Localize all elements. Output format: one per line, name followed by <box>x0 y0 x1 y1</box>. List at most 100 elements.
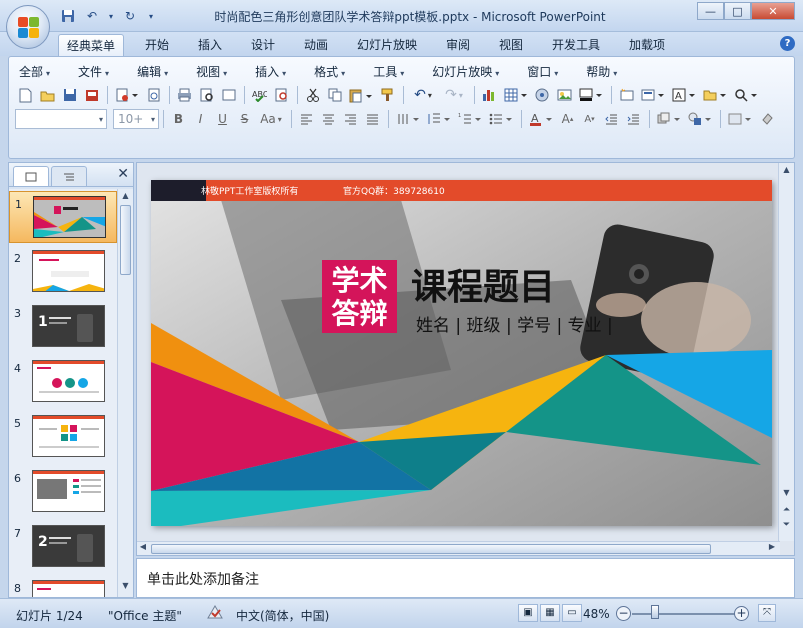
align-right-icon[interactable] <box>340 109 361 129</box>
slideshow-view-icon[interactable]: ▭ <box>562 604 582 622</box>
align-center-icon[interactable] <box>318 109 339 129</box>
menu-window[interactable]: 窗口 ▾ <box>527 63 558 79</box>
folder-dropdown-icon[interactable] <box>700 85 730 105</box>
clip-art-icon[interactable] <box>532 85 553 105</box>
textbox-dropdown-icon[interactable]: A <box>669 85 699 105</box>
tab-slideshow[interactable]: 幻灯片放映 <box>349 34 425 56</box>
font-size-combo[interactable]: 10+ ▾ <box>113 109 159 129</box>
bold-icon[interactable]: B <box>168 109 189 129</box>
line-spacing-icon[interactable] <box>424 109 454 129</box>
slide-thumb-7[interactable]: 7 2 <box>9 521 117 573</box>
decrease-indent-icon[interactable] <box>601 109 622 129</box>
tab-home[interactable]: 开始 <box>137 34 177 56</box>
shape-fill-icon[interactable] <box>756 109 777 129</box>
thumbnails-scrollbar[interactable]: ▲ ▼ <box>117 189 133 597</box>
tab-classic-menu[interactable]: 经典菜单 <box>58 34 125 56</box>
save-icon[interactable] <box>58 7 78 25</box>
arrange-icon[interactable] <box>654 109 684 129</box>
language-label[interactable]: 中文(简体，中国) <box>236 607 329 624</box>
undo-dropdown-icon[interactable]: ▾ <box>106 7 116 25</box>
font-color-icon[interactable]: A <box>526 109 556 129</box>
horizontal-scrollbar-thumb[interactable] <box>151 544 711 554</box>
slide-thumb-3[interactable]: 3 1 <box>9 301 117 353</box>
menu-help[interactable]: 帮助 ▾ <box>586 63 617 79</box>
menu-slideshow[interactable]: 幻灯片放映 ▾ <box>432 63 499 79</box>
slide-thumb-2[interactable]: 2 <box>9 246 117 298</box>
menu-file[interactable]: 文件 ▾ <box>78 63 109 79</box>
scrollbar-thumb[interactable] <box>120 205 131 275</box>
shapes-icon[interactable] <box>685 109 715 129</box>
layout-dropdown-icon[interactable] <box>638 85 668 105</box>
italic-icon[interactable]: I <box>190 109 211 129</box>
table-dropdown-icon[interactable] <box>501 85 531 105</box>
slide-sorter-icon[interactable]: ▦ <box>540 604 560 622</box>
undo-icon[interactable]: ↶ <box>82 7 102 25</box>
customize-qat-icon[interactable]: ▾ <box>144 7 158 25</box>
next-slide-icon[interactable]: ⏷ <box>779 520 794 534</box>
undo-dropdown-button[interactable]: ↶ ▾ <box>408 85 438 105</box>
strikethrough-icon[interactable]: S <box>234 109 255 129</box>
help-icon[interactable]: ? <box>780 36 795 51</box>
tab-outline[interactable] <box>51 166 87 186</box>
slide-thumb-6[interactable]: 6 <box>9 466 117 518</box>
scroll-up-icon[interactable]: ▲ <box>779 165 794 179</box>
tab-addins[interactable]: 加载项 <box>621 34 673 56</box>
slide-canvas[interactable]: 林敬PPT工作室版权所有 官方QQ群：389728610 学术 答辩 课程题目 … <box>151 180 772 526</box>
publish-dropdown-icon[interactable] <box>112 85 142 105</box>
menu-edit[interactable]: 编辑 ▾ <box>137 63 168 79</box>
notes-pane[interactable]: 单击此处添加备注 <box>136 558 795 598</box>
slide-thumb-8[interactable]: 8 <box>9 576 117 597</box>
align-left-icon[interactable] <box>296 109 317 129</box>
increase-indent-icon[interactable] <box>623 109 644 129</box>
permission-icon[interactable] <box>81 85 102 105</box>
fit-to-window-icon[interactable]: ⤧ <box>758 604 776 622</box>
new-file-icon[interactable] <box>15 85 36 105</box>
underline-icon[interactable]: U <box>212 109 233 129</box>
menu-all[interactable]: 全部 ▾ <box>19 63 50 79</box>
zoom-percent[interactable]: 48% <box>583 607 610 621</box>
open-folder-icon[interactable] <box>37 85 58 105</box>
scroll-down-icon[interactable]: ▼ <box>118 581 133 595</box>
font-name-combo[interactable]: ▾ <box>15 109 107 129</box>
grow-font-icon[interactable]: A ▴ <box>557 109 578 129</box>
scroll-up-icon[interactable]: ▲ <box>118 191 133 205</box>
slide-thumb-5[interactable]: 5 <box>9 411 117 463</box>
menu-insert[interactable]: 插入 ▾ <box>255 63 286 79</box>
attach-icon[interactable] <box>143 85 164 105</box>
maximize-button[interactable]: □ <box>724 2 751 20</box>
shape-fill-dropdown-icon[interactable] <box>576 85 606 105</box>
menu-tools[interactable]: 工具 ▾ <box>373 63 404 79</box>
justify-icon[interactable] <box>362 109 383 129</box>
research-icon[interactable] <box>271 85 292 105</box>
slide-layout-icon[interactable] <box>218 85 239 105</box>
zoom-slider-track[interactable] <box>632 613 736 615</box>
spelling-icon[interactable]: ABC <box>249 85 270 105</box>
zoom-slider-knob[interactable] <box>651 605 659 619</box>
close-panel-icon[interactable]: ✕ <box>117 166 129 182</box>
scroll-down-icon[interactable]: ▼ <box>779 488 794 502</box>
close-button[interactable]: ✕ <box>751 2 795 20</box>
vertical-scrollbar[interactable]: ▲ ▼ ⏶ ⏷ <box>778 163 794 541</box>
change-case-icon[interactable]: Aa ▾ <box>256 109 286 129</box>
print-preview-icon[interactable] <box>196 85 217 105</box>
horizontal-scrollbar[interactable]: ◀ ▶ <box>137 541 780 555</box>
scroll-left-icon[interactable]: ◀ <box>137 542 149 556</box>
scroll-right-icon[interactable]: ▶ <box>766 542 778 556</box>
redo-icon[interactable]: ↻ <box>120 7 140 25</box>
picture-icon[interactable] <box>554 85 575 105</box>
cut-icon[interactable] <box>302 85 323 105</box>
slide-thumb-4[interactable]: 4 <box>9 356 117 408</box>
quick-styles-icon[interactable] <box>725 109 755 129</box>
chart-icon[interactable] <box>479 85 500 105</box>
language-icon[interactable] <box>206 604 224 623</box>
paste-dropdown-icon[interactable] <box>346 85 376 105</box>
menu-view[interactable]: 视图 ▾ <box>196 63 227 79</box>
tab-design[interactable]: 设计 <box>243 34 283 56</box>
redo-dropdown-button[interactable]: ↷ ▾ <box>439 85 469 105</box>
bullets-icon[interactable] <box>486 109 516 129</box>
office-button[interactable] <box>6 5 50 49</box>
tab-slides[interactable] <box>13 166 49 186</box>
new-slide-icon[interactable] <box>616 85 637 105</box>
tab-insert[interactable]: 插入 <box>190 34 230 56</box>
slide-thumb-1[interactable]: 1 <box>9 191 117 243</box>
